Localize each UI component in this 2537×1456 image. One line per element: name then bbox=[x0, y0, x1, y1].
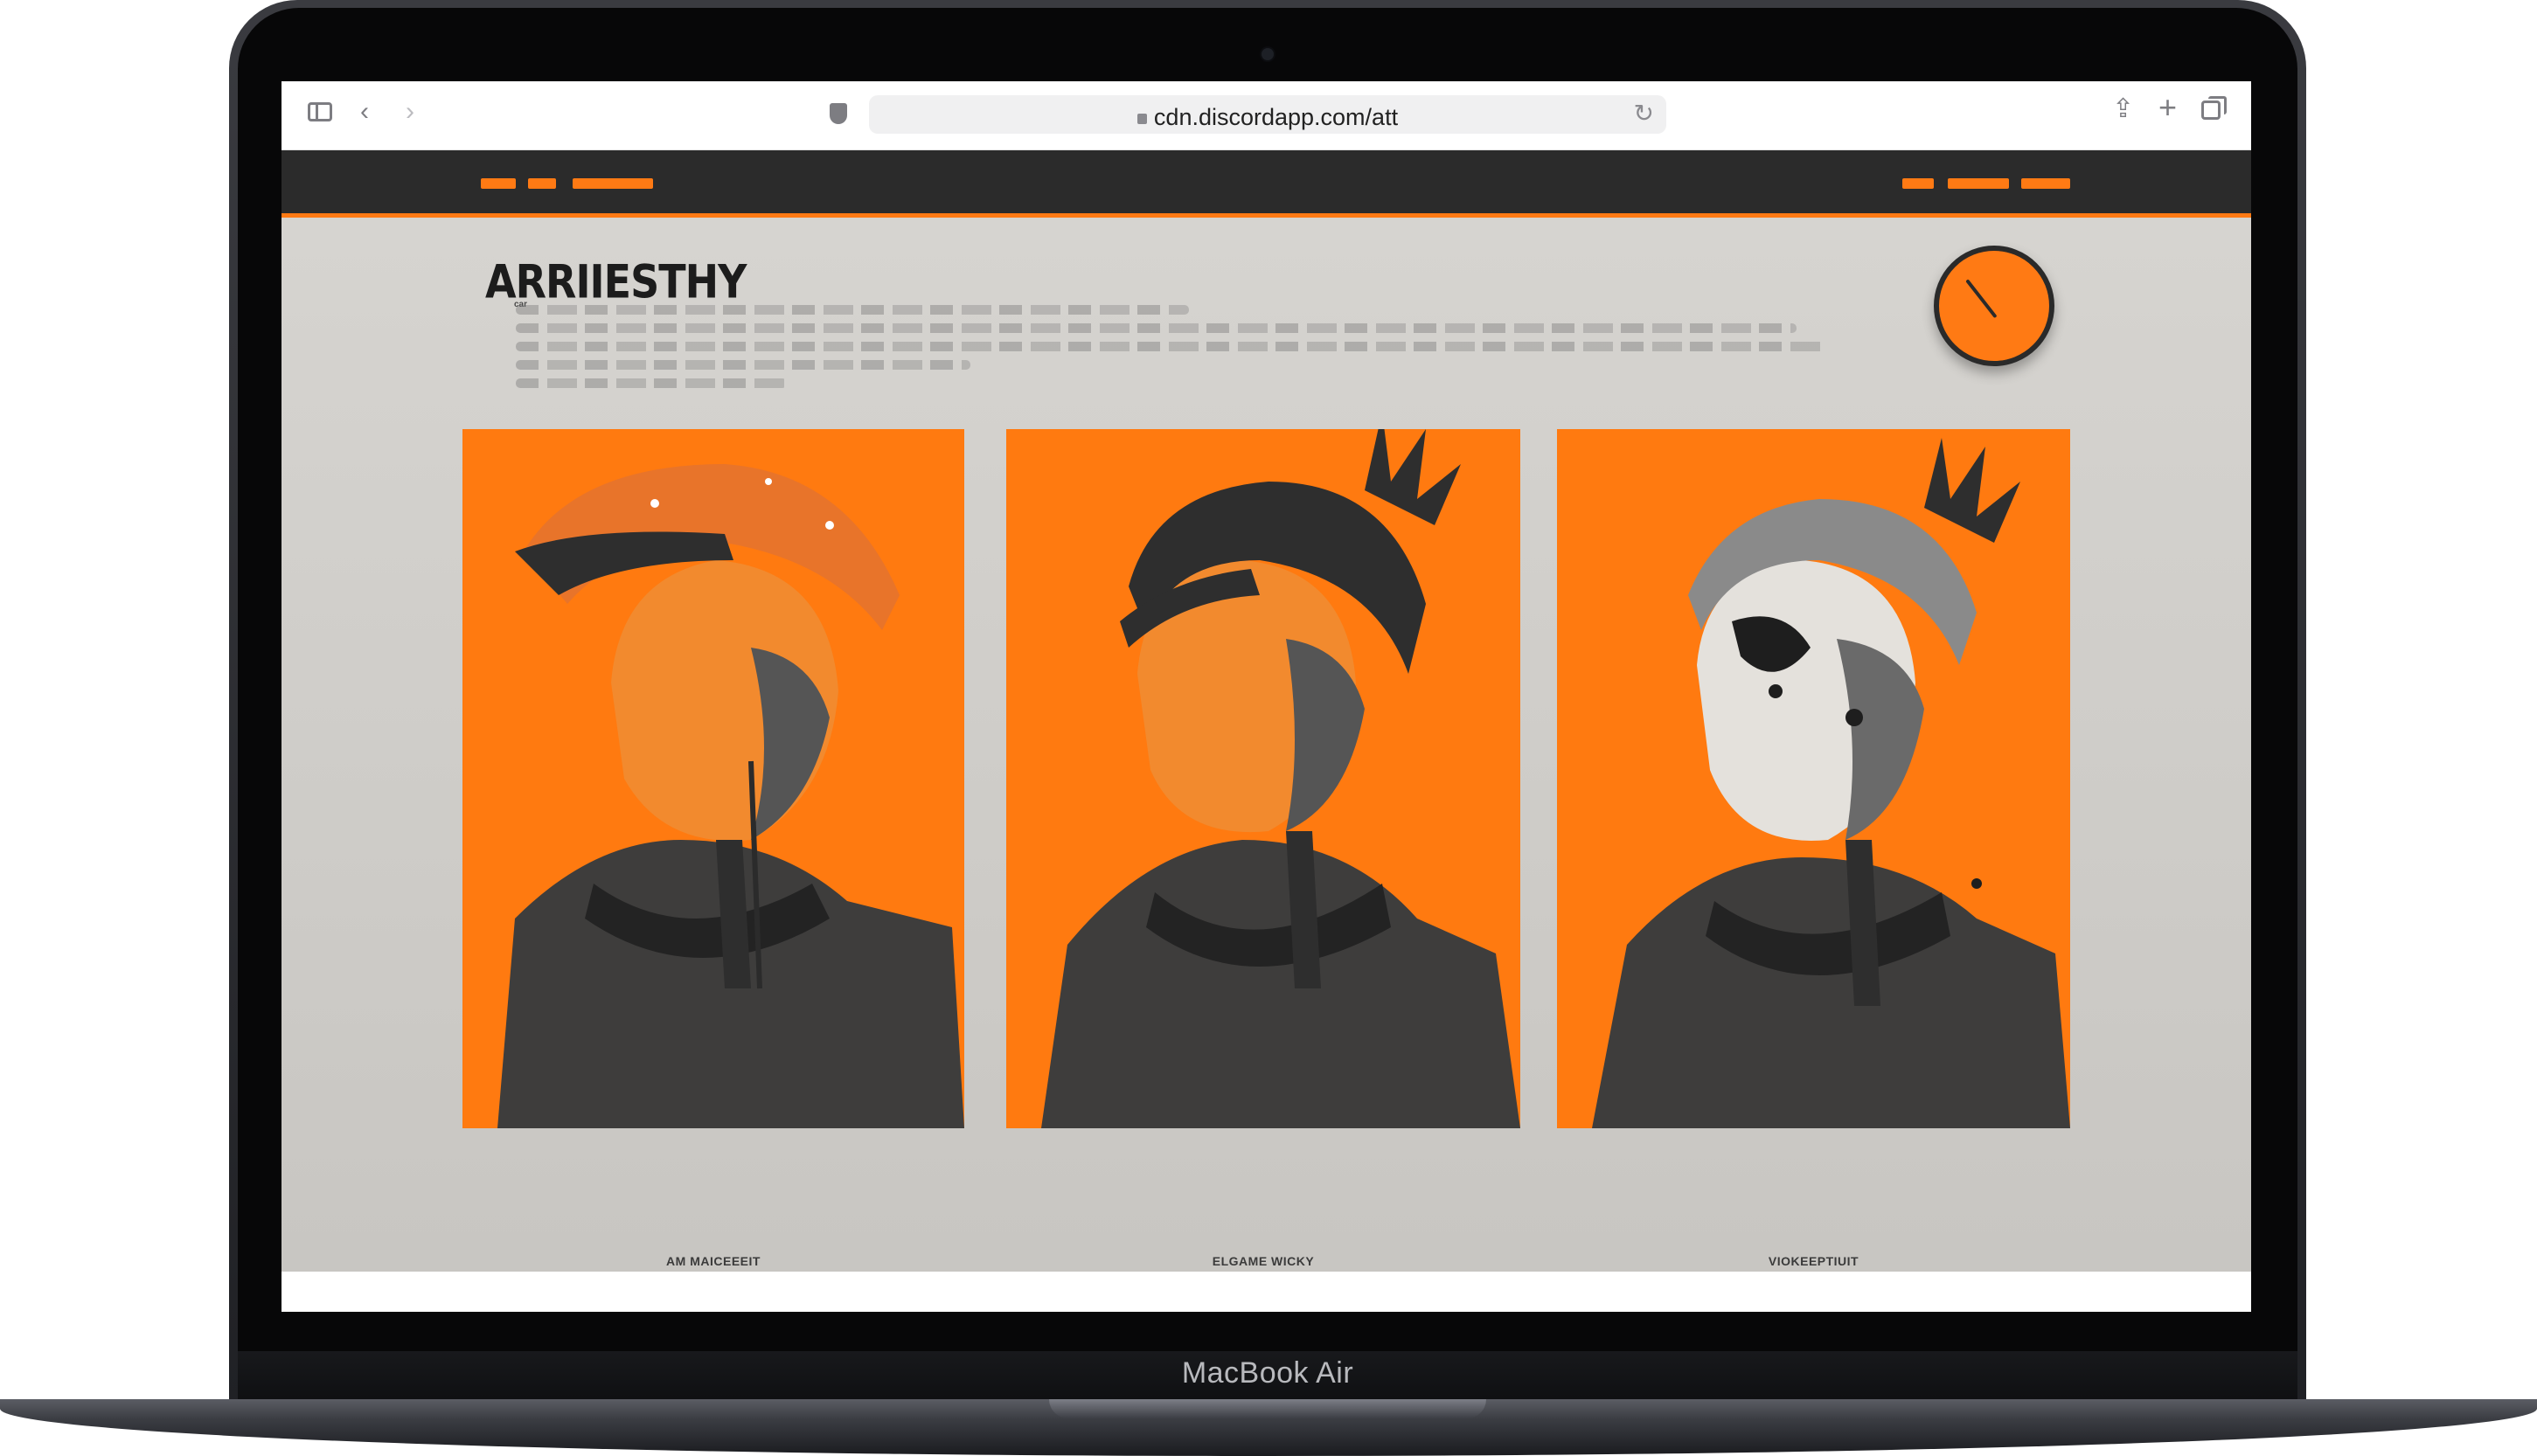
portrait-image bbox=[1006, 429, 1520, 1128]
page-footer-strip bbox=[282, 1272, 2251, 1312]
browser-toolbar: ‹ › cdn.discordapp.com/att ↻ ⇪ + bbox=[282, 81, 2251, 150]
tabs-icon[interactable] bbox=[2201, 96, 2227, 120]
site-nav bbox=[282, 150, 2251, 218]
portrait-card[interactable] bbox=[1006, 429, 1520, 1128]
camera-icon bbox=[1262, 48, 1274, 60]
laptop-hinge-notch bbox=[1049, 1399, 1486, 1418]
nav-link[interactable] bbox=[1902, 178, 1934, 189]
card-caption: VIOKEEPTIUIT bbox=[1768, 1254, 1859, 1268]
clock-hand bbox=[1965, 279, 1998, 319]
nav-link[interactable] bbox=[2021, 178, 2070, 189]
url-text: cdn.discordapp.com/att bbox=[1153, 104, 1399, 130]
portrait-image bbox=[1557, 429, 2070, 1128]
card-caption: ELGAME WICKY bbox=[1212, 1254, 1315, 1268]
hero-blurred-text bbox=[516, 360, 970, 370]
hero-blurred-text bbox=[516, 342, 1827, 351]
share-icon[interactable]: ⇪ bbox=[2112, 96, 2134, 122]
clock-icon bbox=[1934, 246, 2054, 366]
forward-icon[interactable]: › bbox=[406, 99, 414, 125]
hero-blurred-text bbox=[516, 323, 1797, 333]
reload-icon[interactable]: ↻ bbox=[1634, 99, 1654, 128]
lock-icon bbox=[1136, 114, 1147, 124]
address-bar[interactable]: cdn.discordapp.com/att ↻ bbox=[869, 95, 1666, 134]
nav-link[interactable] bbox=[528, 178, 556, 189]
hero-blurred-text bbox=[516, 378, 787, 388]
nav-link[interactable] bbox=[1948, 178, 2009, 189]
hero-blurred-text bbox=[516, 305, 1189, 315]
portrait-card[interactable] bbox=[462, 429, 964, 1128]
portrait-image bbox=[462, 429, 964, 1128]
sidebar-icon[interactable] bbox=[308, 102, 332, 121]
shield-icon[interactable] bbox=[830, 103, 847, 124]
model-label: MacBook Air bbox=[1181, 1356, 1354, 1390]
card-caption: AM MAICEEEIT bbox=[666, 1254, 761, 1268]
portrait-card[interactable] bbox=[1557, 429, 2070, 1128]
nav-link[interactable] bbox=[481, 178, 516, 189]
back-icon[interactable]: ‹ bbox=[360, 99, 369, 125]
screen: ‹ › cdn.discordapp.com/att ↻ ⇪ + ARRIIES… bbox=[282, 81, 2251, 1312]
nav-link[interactable] bbox=[573, 178, 653, 189]
url-display[interactable]: cdn.discordapp.com/att bbox=[869, 104, 1666, 131]
page-content: ARRIIESTHY car bbox=[282, 218, 2251, 1312]
new-tab-icon[interactable]: + bbox=[2158, 92, 2177, 123]
